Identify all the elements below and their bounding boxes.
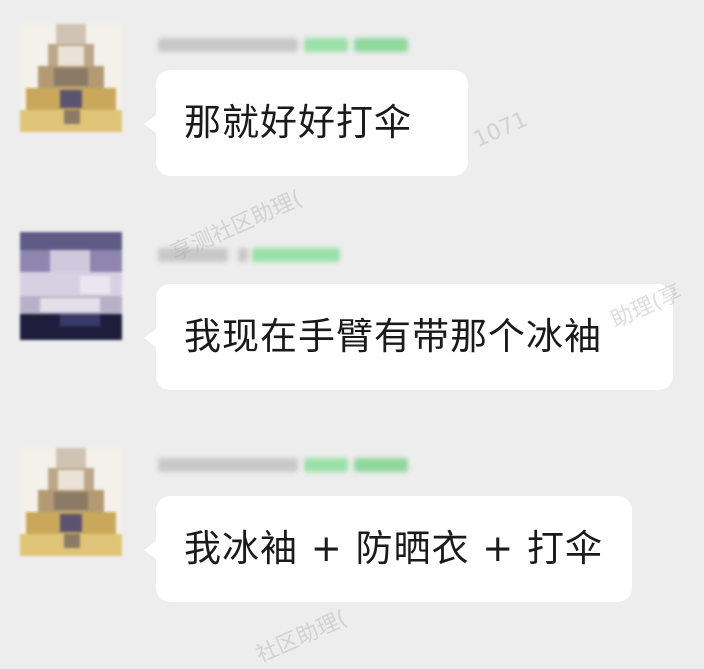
- message-bubble[interactable]: 那就好好打伞: [144, 70, 468, 176]
- message-bubble[interactable]: 我现在手臂有带那个冰袖: [144, 284, 673, 390]
- sender-avatar[interactable]: [20, 448, 122, 556]
- watermark: 1071: [470, 107, 532, 153]
- message-bubble[interactable]: 我冰袖 + 防晒衣 + 打伞: [144, 496, 632, 602]
- sender-avatar[interactable]: [20, 232, 122, 340]
- sender-avatar[interactable]: [20, 24, 122, 132]
- watermark: 社区助理(: [252, 606, 351, 669]
